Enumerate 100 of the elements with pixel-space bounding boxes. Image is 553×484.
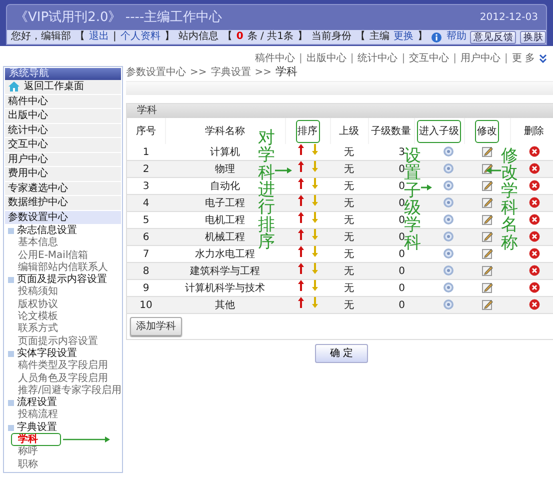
info-text: 当前身份 <box>311 31 352 43</box>
sidebar-item[interactable]: 参数设置中心 <box>5 210 121 225</box>
child-count: 0 <box>398 248 405 260</box>
sidebar-link[interactable]: 基本信息 <box>17 237 59 248</box>
subject-name: 计算机科学与技术 <box>185 282 265 294</box>
user-link[interactable]: 退出 <box>89 31 109 43</box>
group-label[interactable]: 实体字段设置 <box>17 348 77 360</box>
separator-text: | <box>350 52 354 66</box>
user-link[interactable]: 个人资料 <box>120 31 160 43</box>
group-label[interactable]: 页面及提示内容设置 <box>17 274 107 286</box>
subject-name: 计算机 <box>210 146 240 158</box>
bullet-icon <box>8 400 14 406</box>
delete-icon <box>528 146 540 158</box>
arrow-down-icon <box>312 178 318 190</box>
nav-link-text[interactable]: 出版中心 <box>306 50 346 66</box>
sidebar-link[interactable]: 投稿流程 <box>17 409 59 420</box>
arrow-up-icon <box>298 161 304 172</box>
arrow-up-icon <box>298 195 304 206</box>
sidebar-link[interactable]: 版权协议 <box>17 298 59 310</box>
info-text: 【 <box>75 31 85 43</box>
sidebar-item[interactable]: 数据维护中心 <box>5 196 121 210</box>
separator-text: | <box>298 52 302 66</box>
nav-link-text[interactable]: 稿件中心 <box>254 50 295 66</box>
info-text: 您好，编辑部 <box>11 31 71 43</box>
breadcrumb-item[interactable]: 参数设置中心 <box>126 65 186 80</box>
sidebar-link[interactable]: 推荐/回避专家字段启用 <box>17 384 122 396</box>
arrow-down-icon <box>312 161 318 172</box>
separator-text: | <box>402 52 406 66</box>
sidebar-item[interactable]: 交互中心 <box>5 138 121 152</box>
nav-link-text[interactable]: 用户中心 <box>460 50 500 66</box>
toolbar-button[interactable]: 意见反馈 <box>470 30 516 44</box>
separator-text: | <box>453 52 456 66</box>
column-header: 删除 <box>523 124 545 138</box>
group-label[interactable]: 杂志信息设置 <box>17 225 77 238</box>
sidebar-item[interactable]: 专家遴选中心 <box>5 182 121 196</box>
toolbar-button[interactable]: 换肤 <box>520 30 546 44</box>
sidebar-item[interactable]: 费用中心 <box>5 167 121 182</box>
sidebar-item[interactable]: 用户中心 <box>5 152 121 167</box>
edit-icon <box>482 282 492 294</box>
row-number: 4 <box>142 198 150 209</box>
breadcrumb-item: 学科 <box>276 64 298 80</box>
sidebar-link[interactable]: 人员角色及字段启用 <box>17 372 109 384</box>
row-number: 3 <box>142 180 150 192</box>
sidebar-title: 系统导航 <box>5 68 121 80</box>
info-text: 【 <box>355 31 366 43</box>
info-text: 】 <box>164 31 174 43</box>
column-header: 上级 <box>338 124 360 138</box>
column-header: 学科名称 <box>204 124 246 138</box>
sidebar-link[interactable]: 称呼 <box>17 446 39 458</box>
arrow-down-icon <box>312 212 318 224</box>
arrow-down-icon <box>312 229 318 240</box>
nav-link-text[interactable]: 统计中心 <box>358 50 398 66</box>
child-count: 0 <box>398 282 405 294</box>
sidebar-link[interactable]: 稿件类型及字段启用 <box>17 360 109 372</box>
confirm-button[interactable]: 确 定 <box>314 344 368 364</box>
subject-name: 其他 <box>215 300 235 311</box>
info-text: 主编 <box>369 31 390 43</box>
child-count: 0 <box>398 232 405 243</box>
arrow-up-icon <box>298 246 304 258</box>
column-header: 修改 <box>475 120 499 142</box>
sidebar-link[interactable]: 论文模板 <box>17 311 59 322</box>
breadcrumb-item[interactable]: 字典设置 <box>210 65 251 80</box>
sidebar-link[interactable]: 编辑部站内信联系人 <box>17 262 109 273</box>
delete-icon <box>528 299 540 310</box>
row-number: 7 <box>142 248 150 260</box>
unread-count: 0 <box>236 31 244 43</box>
annotation-text: 对学科进行排序 <box>258 130 275 252</box>
annotation-arrow <box>63 436 110 444</box>
edit-icon <box>482 214 492 226</box>
sidebar-link[interactable]: 职称 <box>17 458 39 470</box>
group-label[interactable]: 字典设置 <box>17 422 57 434</box>
arrow-up-icon <box>298 144 304 156</box>
sidebar-link[interactable]: 公用E-Mail信箱 <box>17 250 90 261</box>
edit-icon <box>482 265 492 276</box>
column-header: 子级数量 <box>370 124 412 138</box>
row-number: 5 <box>142 214 150 226</box>
sidebar-item[interactable]: 统计中心 <box>5 124 121 138</box>
sidebar-link[interactable]: 页面提示内容设置 <box>17 336 99 347</box>
user-link[interactable]: 更换 <box>393 31 414 43</box>
info-text: 】 <box>297 31 308 43</box>
sidebar-item[interactable]: 稿件中心 <box>5 94 121 109</box>
delete-icon <box>528 282 540 294</box>
parent-value: 无 <box>344 164 354 175</box>
sidebar-item[interactable]: 出版中心 <box>5 109 121 124</box>
arrow-down-icon <box>312 195 318 206</box>
help-link[interactable]: 帮助 <box>446 31 466 43</box>
nav-link-text[interactable]: 交互中心 <box>409 50 450 66</box>
info-text: 【 <box>222 31 232 43</box>
row-number: 9 <box>142 282 150 294</box>
arrow-up-icon <box>298 297 304 308</box>
add-subject-button[interactable]: 添加学科 <box>130 317 182 336</box>
sidebar-link[interactable]: 联系方式 <box>17 323 59 334</box>
sidebar-link[interactable]: 学科 <box>11 433 61 446</box>
group-label[interactable]: 流程设置 <box>17 397 57 410</box>
sidebar-link[interactable]: 投稿须知 <box>17 286 59 298</box>
subject-name: 自动化 <box>210 180 240 192</box>
subject-name: 物理 <box>215 164 235 175</box>
bullet-icon <box>8 424 14 431</box>
more-link[interactable]: 更 多 <box>512 50 535 66</box>
separator-text: >> <box>254 66 272 80</box>
